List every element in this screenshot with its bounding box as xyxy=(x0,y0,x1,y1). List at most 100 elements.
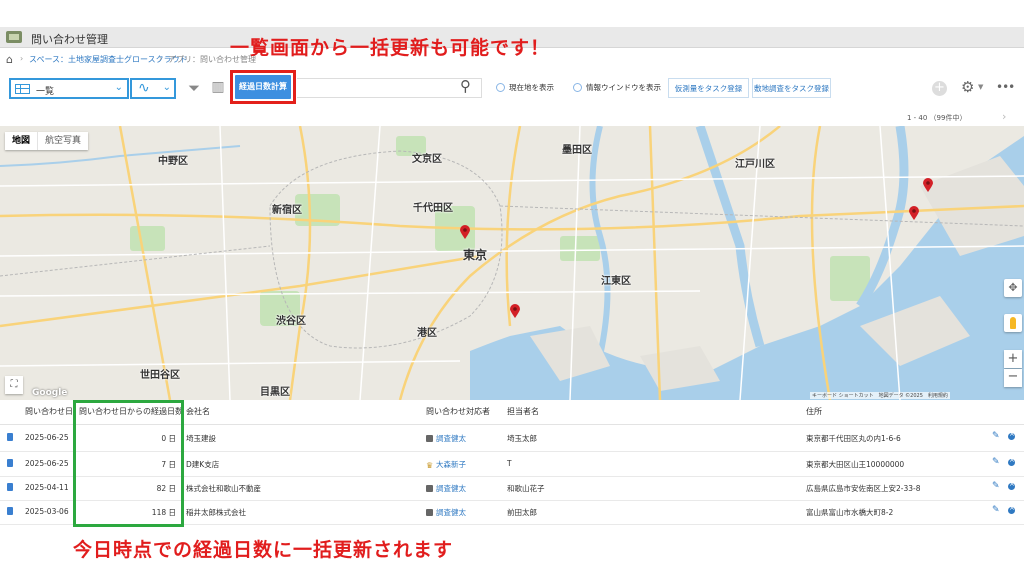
pan-control-icon[interactable]: ✥ xyxy=(1004,279,1022,297)
register-site-task-button[interactable]: 敷地調査をタスク登録 xyxy=(752,78,831,98)
cell-date: 2025-06-25 xyxy=(25,459,69,468)
graph-icon: ∿ xyxy=(138,80,150,96)
list-view-icon xyxy=(15,84,30,94)
chevron-down-icon: ⌄ xyxy=(162,82,171,93)
cell-company: 株式会社和歌山不動産 xyxy=(186,484,261,493)
record-detail-icon[interactable] xyxy=(7,483,13,491)
column-header-contact[interactable]: 担当者名 xyxy=(507,406,539,417)
handler-link[interactable]: 大森新子 xyxy=(436,460,466,469)
google-logo: Google xyxy=(32,388,68,398)
gear-icon[interactable]: ⚙ xyxy=(961,78,974,96)
cell-handler[interactable]: 調査健太 xyxy=(426,483,466,494)
record-detail-icon[interactable] xyxy=(7,459,13,467)
register-survey-task-button[interactable]: 仮測量をタスク登録 xyxy=(668,78,749,98)
delete-icon[interactable] xyxy=(1008,456,1015,466)
cell-address: 広島県広島市安佐南区上安2-33-8 xyxy=(806,484,921,493)
edit-icon[interactable]: ✎ xyxy=(992,431,1000,441)
chevron-right-icon[interactable]: › xyxy=(1002,110,1006,123)
show-info-window-label: 情報ウインドウを表示 xyxy=(586,83,661,92)
cell-date: 2025-03-06 xyxy=(25,507,69,516)
cell-handler[interactable]: 調査健太 xyxy=(426,507,466,518)
cell-handler[interactable]: ♛ 大森新子 xyxy=(426,459,466,470)
handler-link[interactable]: 調査健太 xyxy=(436,484,466,493)
column-header-address[interactable]: 住所 xyxy=(806,406,822,417)
show-current-location-toggle[interactable]: 現在地を表示 xyxy=(496,82,554,93)
bar-chart-icon[interactable]: ▥ xyxy=(209,79,227,99)
cell-date: 2025-06-25 xyxy=(25,433,69,442)
breadcrumb-separator: › xyxy=(159,54,163,63)
radio-icon xyxy=(573,83,582,92)
cell-contact: 前田太郎 xyxy=(507,508,537,517)
home-icon[interactable]: ⌂ xyxy=(6,53,13,66)
user-icon xyxy=(426,485,433,492)
zoom-out-button[interactable]: − xyxy=(1004,369,1022,387)
edit-icon[interactable]: ✎ xyxy=(992,505,1000,515)
map-pin-icon[interactable] xyxy=(909,206,919,220)
show-current-location-label: 現在地を表示 xyxy=(509,83,554,92)
more-options-icon[interactable]: ••• xyxy=(996,80,1015,94)
column-header-handler[interactable]: 問い合わせ対応者 xyxy=(426,406,490,417)
street-view-icon[interactable] xyxy=(1004,314,1022,332)
cell-contact: 和歌山花子 xyxy=(507,484,545,493)
annotation-top: 一覧画面から一括更新も可能です！ xyxy=(230,37,551,59)
search-input[interactable] xyxy=(297,78,482,98)
breadcrumb-space[interactable]: スペース：土地家屋調査士グロースクラウド xyxy=(29,54,188,65)
delete-icon[interactable] xyxy=(1008,480,1015,490)
cell-company: 稲井太郎株式会社 xyxy=(186,508,246,517)
map-label-shibuya: 渋谷区 xyxy=(276,316,306,327)
map-canvas xyxy=(0,126,1024,400)
filter-icon[interactable]: ⏷ xyxy=(183,79,205,99)
search-icon[interactable]: ⚲ xyxy=(460,77,471,95)
column-header-date[interactable]: 問い合わせ日 xyxy=(25,406,73,417)
tab-aerial[interactable]: 航空写真 xyxy=(38,132,88,150)
map-pin-icon[interactable] xyxy=(510,304,520,318)
view-select[interactable]: 一覧 ⌄ xyxy=(9,78,129,99)
delete-icon[interactable] xyxy=(1008,430,1015,440)
map-label-sumida: 墨田区 xyxy=(562,145,592,156)
cell-address: 東京都千代田区丸の内1-6-6 xyxy=(806,434,901,443)
cell-address: 東京都大田区山王10000000 xyxy=(806,460,905,469)
edit-icon[interactable]: ✎ xyxy=(992,457,1000,467)
map-label-setagaya: 世田谷区 xyxy=(140,370,180,381)
pagination-info: 1 - 40 （99件中） xyxy=(907,114,967,122)
cell-contact: 埼玉太郎 xyxy=(507,434,537,443)
map-attribution: キーボード ショートカット 地図データ ©2025 利用規約 xyxy=(810,392,950,399)
tab-map[interactable]: 地図 xyxy=(5,132,39,150)
handler-link[interactable]: 調査健太 xyxy=(436,508,466,517)
show-info-window-toggle[interactable]: 情報ウインドウを表示 xyxy=(573,82,661,93)
cell-address: 富山県富山市水橋大町8-2 xyxy=(806,508,894,517)
zoom-in-button[interactable]: + xyxy=(1004,350,1022,368)
column-header-company[interactable]: 会社名 xyxy=(186,406,210,417)
annotation-bottom: 今日時点での経過日数に一括更新されます xyxy=(73,539,454,561)
map-type-tabs: 地図 航空写真 xyxy=(5,132,89,150)
edit-icon[interactable]: ✎ xyxy=(992,481,1000,491)
map-label-nakano: 中野区 xyxy=(158,156,188,167)
chevron-down-icon: ⌄ xyxy=(114,82,123,93)
map[interactable]: 中野区 文京区 墨田区 江戸川区 新宿区 千代田区 東京 江東区 渋谷区 港区 … xyxy=(0,126,1024,400)
cell-date: 2025-04-11 xyxy=(25,483,69,492)
view-select-label: 一覧 xyxy=(36,87,55,97)
map-label-meguro: 目黒区 xyxy=(260,387,290,398)
map-pin-icon[interactable] xyxy=(923,178,933,192)
delete-icon[interactable] xyxy=(1008,504,1015,514)
graph-button[interactable]: ∿ ⌄ xyxy=(130,78,176,99)
radio-icon xyxy=(496,83,505,92)
map-pin-icon[interactable] xyxy=(460,225,470,239)
add-record-button[interactable]: + xyxy=(932,81,947,96)
fullscreen-icon[interactable]: ⛶ xyxy=(5,376,23,394)
cell-handler[interactable]: 調査健太 xyxy=(426,433,466,444)
elapsed-days-calc-button[interactable]: 経過日数計算 xyxy=(235,75,291,99)
app-title: 問い合わせ管理 xyxy=(31,33,108,46)
record-detail-icon[interactable] xyxy=(7,507,13,515)
elapsed-days-highlight xyxy=(73,400,184,527)
breadcrumb-separator: › xyxy=(20,54,24,63)
chevron-down-icon: ▼ xyxy=(978,83,984,91)
record-detail-icon[interactable] xyxy=(7,433,13,441)
map-label-tokyo: 東京 xyxy=(463,248,488,262)
map-label-koto: 江東区 xyxy=(601,276,631,287)
map-label-chiyoda: 千代田区 xyxy=(413,203,453,214)
user-avatar-icon: ♛ xyxy=(426,461,434,470)
user-icon xyxy=(426,435,433,442)
map-label-bunkyo: 文京区 xyxy=(412,154,442,165)
handler-link[interactable]: 調査健太 xyxy=(436,434,466,443)
